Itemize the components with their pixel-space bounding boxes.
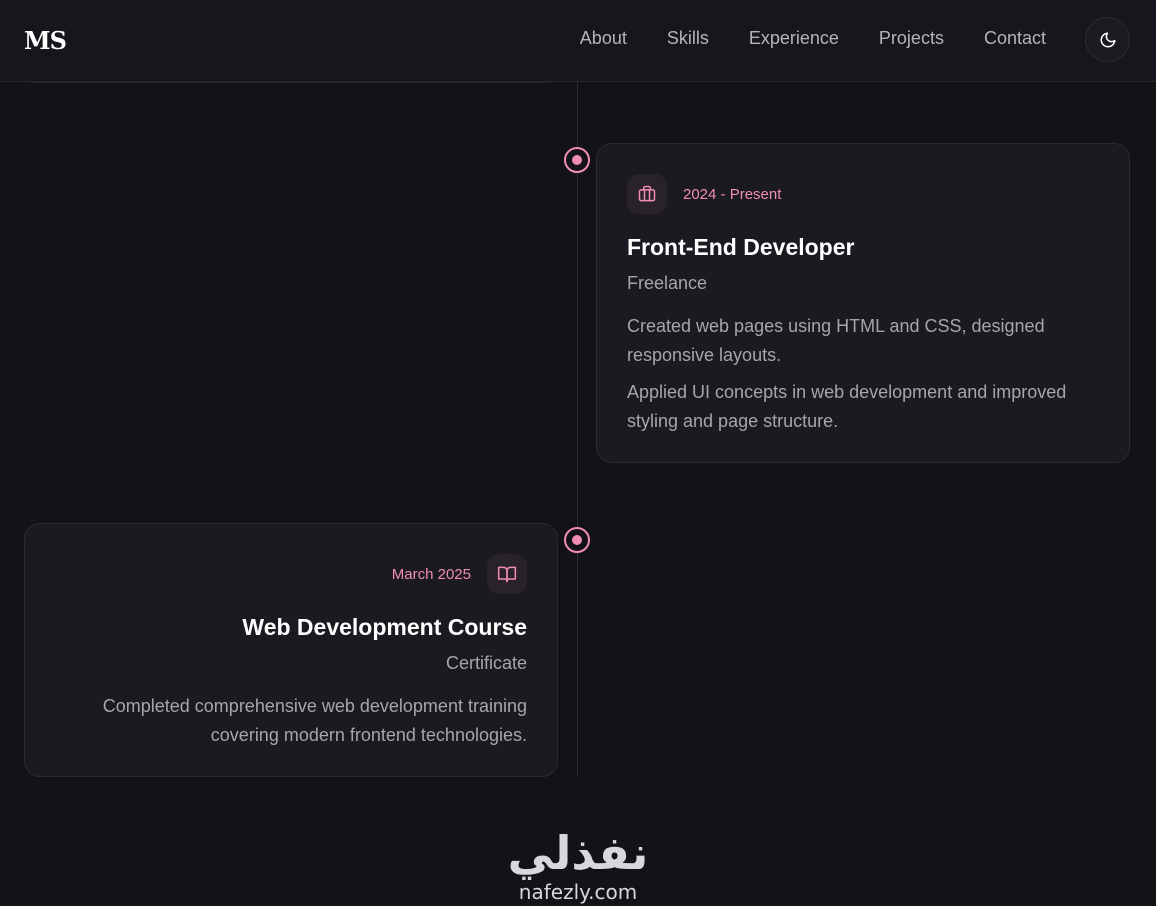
logo[interactable]: MS — [24, 26, 67, 55]
watermark-url: nafezly.com — [518, 880, 638, 904]
timeline-card-web-development-course: March 2025 Web Development Course Certif… — [24, 523, 558, 777]
card-meta: March 2025 — [55, 554, 527, 594]
book-icon — [497, 566, 517, 583]
card-meta: 2024 - Present — [627, 174, 1099, 214]
description: Completed comprehensive web development … — [102, 696, 527, 745]
date-range: 2024 - Present — [683, 185, 782, 203]
theme-toggle-button[interactable] — [1085, 17, 1130, 62]
timeline-dot — [564, 527, 590, 553]
course-title: Web Development Course — [242, 614, 527, 640]
site-header: MS About Skills Experience Projects Cont… — [0, 0, 1156, 82]
header-divider — [30, 81, 550, 83]
briefcase-icon — [638, 185, 656, 202]
moon-icon — [1100, 32, 1115, 47]
description: Applied UI concepts in web development a… — [627, 382, 1067, 431]
watermark-arabic: نفذلي — [507, 826, 649, 880]
job-title: Front-End Developer — [627, 234, 855, 260]
book-icon-box — [487, 554, 527, 594]
main-nav: About Skills Experience Projects Contact — [580, 28, 1046, 49]
timeline-card-front-end-developer: 2024 - Present Front-End Developer Freel… — [596, 143, 1130, 463]
date: March 2025 — [391, 565, 471, 583]
nav-link-experience[interactable]: Experience — [749, 28, 839, 49]
timeline-dot — [564, 147, 590, 173]
nav-link-projects[interactable]: Projects — [879, 28, 944, 49]
nav-link-skills[interactable]: Skills — [667, 28, 709, 49]
description: Created web pages using HTML and CSS, de… — [627, 316, 1045, 365]
nav-link-about[interactable]: About — [580, 28, 627, 49]
briefcase-icon-box — [627, 174, 667, 214]
organization: Certificate — [445, 653, 527, 673]
nav-link-contact[interactable]: Contact — [984, 28, 1046, 49]
timeline-line — [577, 82, 578, 777]
organization: Freelance — [627, 273, 708, 293]
